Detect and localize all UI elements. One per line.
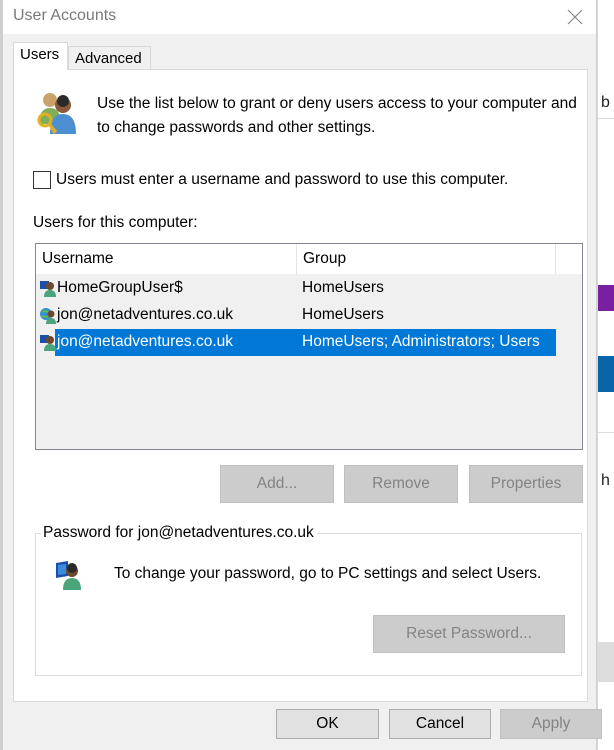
user-computer-icon: [56, 561, 81, 590]
properties-button[interactable]: Properties: [469, 465, 583, 503]
users-list-label: Users for this computer:: [33, 214, 198, 231]
close-button[interactable]: [560, 2, 590, 32]
bg-gray-block: [598, 642, 614, 682]
microsoft-account-user-icon: [40, 308, 56, 324]
user-row[interactable]: HomeGroupUser$ HomeUsers: [36, 275, 556, 302]
group-cell: HomeUsers; Administrators; Users: [302, 333, 540, 350]
local-user-icon: [40, 281, 56, 297]
title-bar: User Accounts: [3, 0, 596, 34]
password-groupbox: Password for jon@netadventures.co.uk To …: [35, 524, 582, 676]
user-row[interactable]: jon@netadventures.co.uk HomeUsers: [36, 302, 556, 329]
tab-advanced[interactable]: Advanced: [68, 46, 151, 70]
username-cell: jon@netadventures.co.uk: [57, 333, 234, 350]
close-icon: [567, 9, 583, 25]
bg-blue-block: [598, 356, 614, 392]
intro-text: Use the list below to grant or deny user…: [97, 95, 577, 136]
column-header-group[interactable]: Group: [297, 244, 556, 274]
tab-users[interactable]: Users: [13, 42, 68, 70]
require-login-label[interactable]: Users must enter a username and password…: [56, 171, 508, 189]
bg-divider: [598, 432, 614, 433]
password-groupbox-legend: Password for jon@netadventures.co.uk: [41, 524, 317, 542]
user-accounts-dialog: User Accounts Users Advanced Use the lis…: [0, 0, 602, 750]
users-list[interactable]: Username Group HomeGroupUser$ HomeUsers: [35, 243, 583, 450]
bg-text-fragment: h: [601, 472, 610, 489]
bg-text-fragment: b: [601, 94, 610, 111]
group-cell: HomeUsers: [302, 306, 384, 323]
require-login-checkbox-row[interactable]: Users must enter a username and password…: [33, 171, 508, 189]
cancel-button[interactable]: Cancel: [389, 709, 491, 739]
group-cell: HomeUsers: [302, 279, 384, 296]
user-row-selected[interactable]: jon@netadventures.co.uk HomeUsers; Admin…: [36, 329, 556, 356]
users-tab-panel: Use the list below to grant or deny user…: [13, 69, 588, 702]
background-window: b h: [597, 0, 614, 750]
bg-purple-block: [598, 285, 614, 311]
password-info-text: To change your password, go to PC settin…: [114, 565, 542, 582]
require-login-checkbox[interactable]: [33, 171, 51, 189]
bg-divider: [598, 118, 614, 119]
username-cell: jon@netadventures.co.uk: [57, 306, 234, 323]
column-header-username[interactable]: Username: [36, 244, 297, 274]
username-cell: HomeGroupUser$: [57, 279, 183, 296]
window-title: User Accounts: [13, 7, 117, 24]
users-key-icon: [37, 93, 76, 135]
local-user-icon: [40, 335, 56, 351]
remove-user-button[interactable]: Remove: [344, 465, 458, 503]
apply-button[interactable]: Apply: [500, 709, 602, 739]
column-header-empty: [556, 244, 582, 274]
list-header: Username Group: [36, 244, 582, 274]
add-user-button[interactable]: Add...: [220, 465, 334, 503]
reset-password-button[interactable]: Reset Password...: [373, 615, 565, 653]
ok-button[interactable]: OK: [276, 709, 379, 739]
bg-frag-top: [598, 0, 614, 34]
